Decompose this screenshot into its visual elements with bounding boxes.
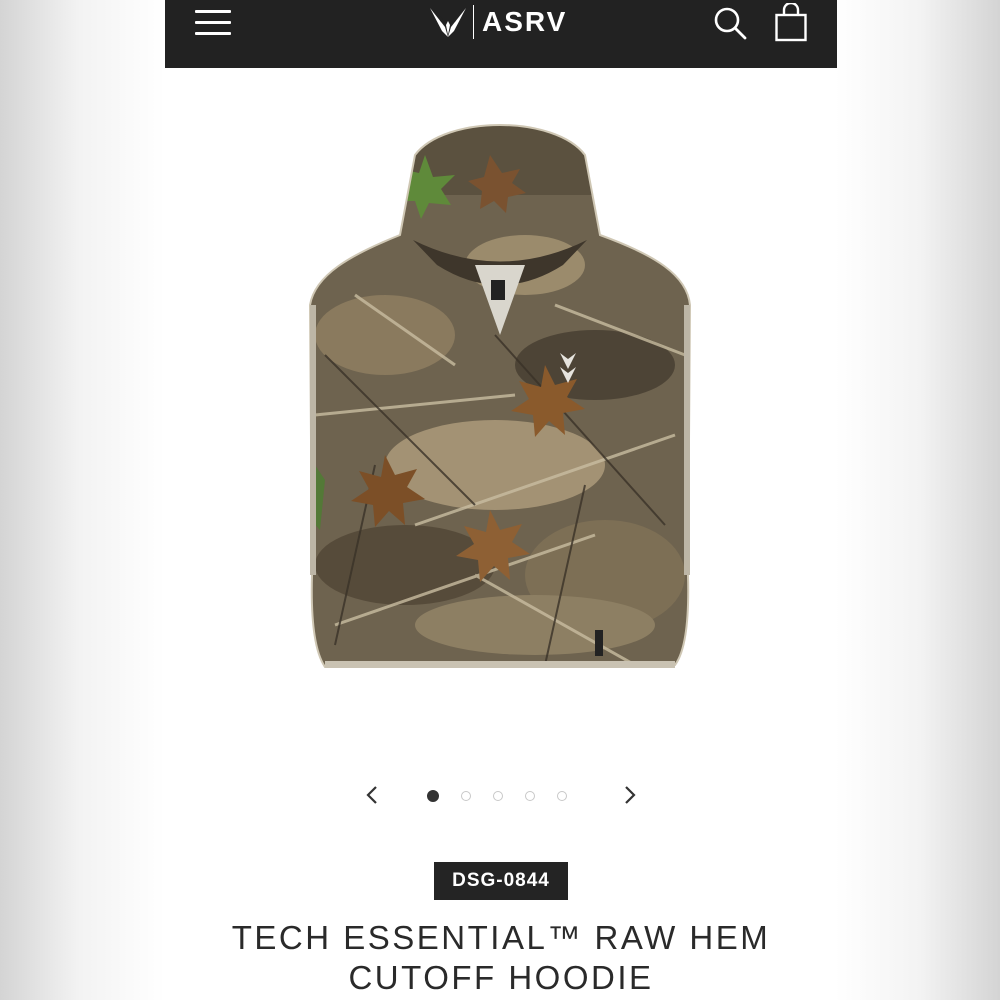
hamburger-menu-icon[interactable] [195,8,233,38]
product-title-line-2: CUTOFF HOODIE [348,959,654,996]
search-icon[interactable] [713,6,747,40]
product-title-line-1: TECH ESSENTIAL™ RAW HEM [231,919,771,956]
carousel-dot-3[interactable] [493,791,503,801]
product-title: TECH ESSENTIAL™ RAW HEM CUTOFF HOODIE [165,918,837,998]
chevron-right-icon [625,786,636,804]
carousel-dot-2[interactable] [461,791,471,801]
carousel-dot-5[interactable] [557,791,567,801]
chevron-left-icon [366,786,377,804]
carousel-dot-1[interactable] [427,790,439,802]
mobile-page: ASRV DSG-0844 TECH ESSENTIAL™ RAW HEM CU… [165,0,837,1000]
product-image[interactable] [295,105,705,680]
shopping-bag-icon[interactable] [773,1,809,43]
carousel-prev-button[interactable] [361,780,385,810]
carousel-dot-4[interactable] [525,791,535,801]
brand-logo[interactable]: ASRV [429,2,567,42]
carousel-next-button[interactable] [617,780,641,810]
logo-divider [473,5,474,39]
brand-wordmark: ASRV [482,6,568,37]
product-sku-badge: DSG-0844 [434,862,568,900]
wings-logo-icon [430,8,466,37]
carousel-pagination [427,789,589,803]
top-navigation-bar: ASRV [165,0,837,68]
